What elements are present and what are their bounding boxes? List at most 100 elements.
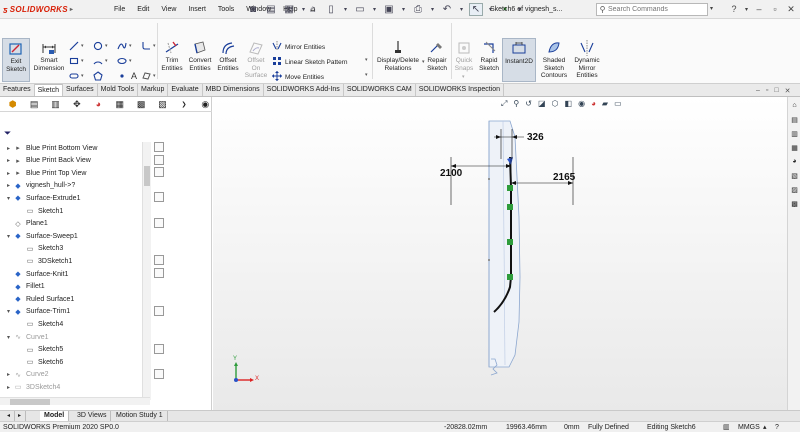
spline-dropdown-icon[interactable]: ▾ bbox=[129, 43, 132, 49]
expand-arrow-icon[interactable]: ▸ bbox=[4, 145, 13, 152]
tree-item[interactable]: ◆ Surface-Knit1 bbox=[4, 268, 68, 280]
tree-item[interactable]: ◇ Plane1 bbox=[4, 218, 48, 230]
circle-icon[interactable] bbox=[92, 40, 104, 52]
relation-marker[interactable] bbox=[507, 274, 513, 280]
move-dropdown-icon[interactable]: ▾ bbox=[365, 72, 368, 78]
plane-icon[interactable] bbox=[140, 70, 152, 82]
tree-item[interactable]: ▸ ◆ vignesh_hull->? bbox=[4, 180, 75, 192]
more-icon[interactable]: ▾ bbox=[300, 3, 307, 16]
undo-icon[interactable]: ↶ bbox=[440, 3, 454, 16]
tab-features[interactable]: Features bbox=[0, 84, 35, 96]
instant2d-button[interactable]: Instant2D bbox=[502, 38, 536, 82]
feature-manager-icon[interactable]: ⬢ bbox=[6, 98, 19, 110]
camera-icon[interactable]: ◙ bbox=[246, 3, 260, 16]
rectangle-dropdown-icon[interactable]: ▾ bbox=[81, 58, 84, 64]
slot-dropdown-icon[interactable]: ▾ bbox=[81, 73, 84, 79]
search-input[interactable] bbox=[608, 6, 700, 13]
print-icon[interactable]: ⎙ bbox=[411, 3, 425, 16]
solidworks-resources-icon[interactable]: ⌂ bbox=[790, 101, 799, 110]
arc-icon[interactable] bbox=[92, 55, 104, 67]
forum-icon[interactable]: ▨ bbox=[790, 185, 799, 194]
maximize-icon[interactable]: ▫ bbox=[769, 2, 781, 16]
offset-on-surface-button[interactable]: Offset On Surface bbox=[242, 38, 270, 82]
tab-solidworks-add-ins[interactable]: SOLIDWORKS Add-Ins bbox=[264, 84, 344, 96]
property-manager-icon[interactable]: ▤ bbox=[27, 98, 40, 110]
doc-close-icon[interactable]: ✕ bbox=[785, 87, 791, 95]
repair-sketch-button[interactable]: Repair Sketch bbox=[424, 38, 450, 82]
rebuild-status-icon[interactable]: ▥ bbox=[723, 423, 730, 432]
image-icon[interactable]: ▦ bbox=[282, 3, 296, 16]
tree-item[interactable]: ▭ Sketch6 bbox=[16, 356, 64, 368]
open-folder-icon[interactable]: ▭ bbox=[353, 3, 367, 16]
dynamic-mirror-entities-button[interactable]: Dynamic Mirror Entities bbox=[572, 38, 602, 82]
dimxpert-manager-icon[interactable]: ✥ bbox=[70, 98, 83, 110]
point-icon[interactable] bbox=[116, 70, 128, 82]
tree-item[interactable]: ▸ ▸ Blue Print Bottom View bbox=[4, 142, 97, 154]
expand-arrow-icon[interactable]: ▸ bbox=[4, 170, 13, 177]
tree-item[interactable]: ◆ Ruled Surface1 bbox=[4, 293, 74, 305]
sketch-view[interactable]: 326 2100 2165 X Y bbox=[213, 97, 787, 410]
new-dropdown-icon[interactable]: ▾ bbox=[342, 3, 349, 16]
units-dropdown-icon[interactable]: ▴ bbox=[763, 423, 767, 432]
doc-minimize-icon[interactable]: – bbox=[756, 87, 760, 95]
arc-dropdown-icon[interactable]: ▾ bbox=[105, 58, 108, 64]
tab-evaluate[interactable]: Evaluate bbox=[168, 84, 203, 96]
menu-view[interactable]: View bbox=[155, 3, 182, 16]
view-eye-icon[interactable]: ◉ bbox=[199, 98, 212, 110]
custom-properties-icon[interactable]: ▧ bbox=[790, 171, 799, 180]
menu-edit[interactable]: Edit bbox=[131, 3, 155, 16]
plane-dropdown-icon[interactable]: ▾ bbox=[153, 73, 156, 79]
scrollbar-thumb[interactable] bbox=[144, 166, 150, 186]
expand-arrow-icon[interactable]: ▾ bbox=[4, 233, 13, 240]
filter-icon[interactable]: ⏷ bbox=[4, 128, 11, 139]
rectangle-icon[interactable] bbox=[68, 55, 80, 67]
tree-item[interactable]: ▾ ◆ Surface-Extrude1 bbox=[4, 192, 81, 204]
relation-marker[interactable] bbox=[507, 185, 513, 191]
tab-mbd-dimensions[interactable]: MBD Dimensions bbox=[203, 84, 264, 96]
cam-feature-tree-icon[interactable]: ▦ bbox=[113, 98, 126, 110]
select-cursor-icon[interactable]: ↖ bbox=[469, 3, 483, 16]
convert-entities-button[interactable]: Convert Entities bbox=[186, 38, 214, 82]
tree-item[interactable]: ▭ 3DSketch1 bbox=[16, 255, 73, 267]
display-delete-relations-button[interactable]: Display/Delete Relations bbox=[374, 38, 422, 82]
expand-arrow-icon[interactable]: ▸ bbox=[4, 182, 13, 189]
tree-item[interactable]: ▭ Sketch1 bbox=[16, 205, 64, 217]
print-dropdown-icon[interactable]: ▾ bbox=[429, 3, 436, 16]
open-dropdown-icon[interactable]: ▾ bbox=[371, 3, 378, 16]
tree-item[interactable]: ▭ Sketch4 bbox=[16, 318, 64, 330]
file-explorer-icon[interactable]: ▥ bbox=[790, 129, 799, 138]
tab-sketch[interactable]: Sketch bbox=[34, 84, 64, 96]
linear-sketch-pattern-button[interactable]: Linear Sketch Pattern bbox=[272, 56, 348, 68]
tree-item[interactable]: ▾ ∿ Curve1 bbox=[4, 331, 49, 343]
offset-entities-button[interactable]: Offset Entities bbox=[216, 38, 240, 82]
help-dropdown-icon[interactable]: ▾ bbox=[744, 2, 749, 16]
quick-snaps-dropdown-icon[interactable]: ▾ bbox=[462, 74, 465, 80]
ellipse-icon[interactable] bbox=[116, 55, 128, 67]
close-icon[interactable]: ✕ bbox=[785, 2, 797, 16]
tree-item[interactable]: ◆ Fillet1 bbox=[4, 281, 44, 293]
more-tasks-icon[interactable]: ▩ bbox=[790, 199, 799, 208]
menu-insert[interactable]: Insert bbox=[182, 3, 212, 16]
relation-marker[interactable] bbox=[507, 204, 513, 210]
configuration-manager-icon[interactable]: ▥ bbox=[49, 98, 62, 110]
cam-tool-tree-icon[interactable]: ▧ bbox=[156, 98, 169, 110]
screen-capture-icon[interactable]: ▤ bbox=[264, 3, 278, 16]
display-manager-icon[interactable]: ◕ bbox=[92, 98, 105, 110]
tab-markup[interactable]: Markup bbox=[138, 84, 169, 96]
scrollbar-thumb[interactable] bbox=[10, 399, 50, 405]
shaded-sketch-contours-button[interactable]: Shaded Sketch Contours bbox=[538, 38, 570, 82]
doc-restore-icon[interactable]: ▫ bbox=[766, 87, 768, 95]
tree-item[interactable]: ▭ Sketch3 bbox=[16, 243, 64, 255]
cam-operation-tree-icon[interactable]: ▩ bbox=[134, 98, 147, 110]
fillet-dropdown-icon[interactable]: ▾ bbox=[153, 43, 156, 49]
line-dropdown-icon[interactable]: ▾ bbox=[81, 43, 84, 49]
circle-dropdown-icon[interactable]: ▾ bbox=[105, 43, 108, 49]
mirror-entities-button[interactable]: Mirror Entities bbox=[272, 41, 325, 53]
appearances-icon[interactable]: ◕ bbox=[790, 157, 799, 166]
undo-dropdown-icon[interactable]: ▾ bbox=[458, 3, 465, 16]
save-dropdown-icon[interactable]: ▾ bbox=[400, 3, 407, 16]
move-entities-button[interactable]: Move Entities bbox=[272, 71, 324, 83]
tree-item[interactable]: ▸ ▭ 3DSketch4 bbox=[4, 381, 60, 393]
trim-entities-button[interactable]: Trim Entities bbox=[160, 38, 184, 82]
expand-arrow-icon[interactable]: ▸ bbox=[4, 371, 13, 378]
